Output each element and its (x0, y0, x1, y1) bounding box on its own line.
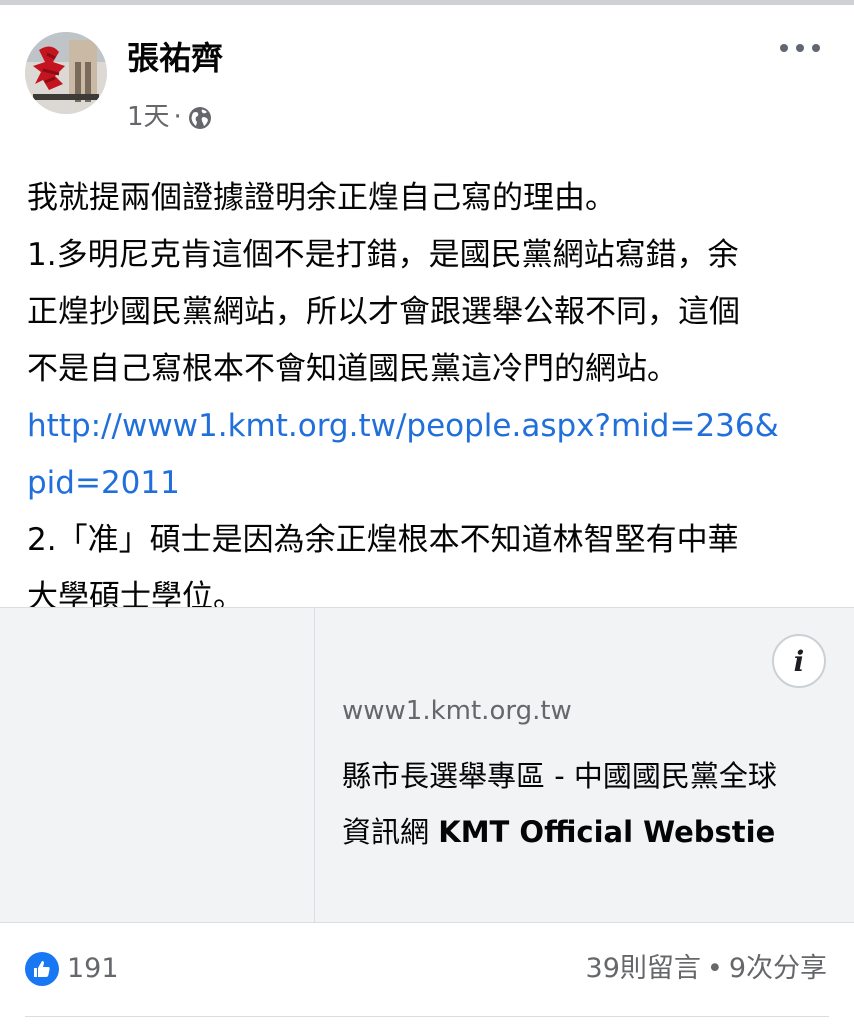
post-text: 我就提兩個證據證明余正煌自己寫的理由。 1.多明尼克肯這個不是打錯，是國民黨網站… (27, 170, 832, 626)
globe-icon (188, 105, 212, 129)
post-text-line: 2.「准」碩士是因為余正煌根本不知道林智堅有中華 (27, 522, 739, 558)
info-icon[interactable]: i (772, 634, 826, 688)
share-count[interactable]: 9次分享 (729, 953, 827, 984)
top-strip (0, 0, 854, 5)
info-label: i (793, 644, 805, 678)
link-title-line: 資訊網 KMT Official Webstie (342, 804, 837, 860)
post-stats: 39則留言 • 9次分享 (586, 951, 827, 987)
post-link-continued[interactable]: pid=2011 (27, 465, 180, 501)
post-time[interactable]: 1天 (127, 100, 170, 134)
more-horizontal-icon (780, 44, 788, 52)
post-meta: 1天 · (127, 100, 212, 134)
avatar-image (25, 32, 107, 114)
link-title[interactable]: 縣市長選舉專區 - 中國國民黨全球 資訊網 KMT Official Webst… (342, 748, 837, 860)
post-text-line: 我就提兩個證據證明余正煌自己寫的理由。 (27, 180, 616, 216)
thumbs-up-icon[interactable] (25, 952, 59, 986)
link-domain: www1.kmt.org.tw (342, 696, 572, 726)
post-footer: 191 39則留言 • 9次分享 (0, 938, 854, 1002)
more-options-button[interactable] (780, 34, 820, 62)
stats-separator: • (706, 953, 723, 984)
meta-separator: · (173, 102, 182, 132)
avatar[interactable] (25, 32, 107, 114)
link-preview-info[interactable]: i www1.kmt.org.tw 縣市長選舉專區 - 中國國民黨全球 資訊網 … (340, 608, 840, 922)
reaction-count[interactable]: 191 (67, 951, 119, 987)
post-text-line: 1.多明尼克肯這個不是打錯，是國民黨網站寫錯，余 (27, 237, 739, 273)
link-title-prefix: 資訊網 (342, 815, 439, 849)
link-preview-card[interactable]: i www1.kmt.org.tw 縣市長選舉專區 - 中國國民黨全球 資訊網 … (0, 607, 854, 923)
post-text-line: 正煌抄國民黨網站，所以才會跟選舉公報不同，這個 (27, 294, 740, 330)
divider (25, 1016, 829, 1017)
link-title-bold: KMT Official Webstie (438, 815, 776, 849)
comment-count[interactable]: 39則留言 (586, 953, 701, 984)
link-title-line: 縣市長選舉專區 - 中國國民黨全球 (342, 759, 777, 793)
author-name[interactable]: 張祐齊 (127, 38, 223, 78)
post-link[interactable]: http://www1.kmt.org.tw/people.aspx?mid=2… (27, 408, 779, 444)
post-text-line: 不是自己寫根本不會知道國民黨這冷門的網站。 (27, 351, 678, 387)
link-preview-thumbnail[interactable] (0, 608, 315, 922)
